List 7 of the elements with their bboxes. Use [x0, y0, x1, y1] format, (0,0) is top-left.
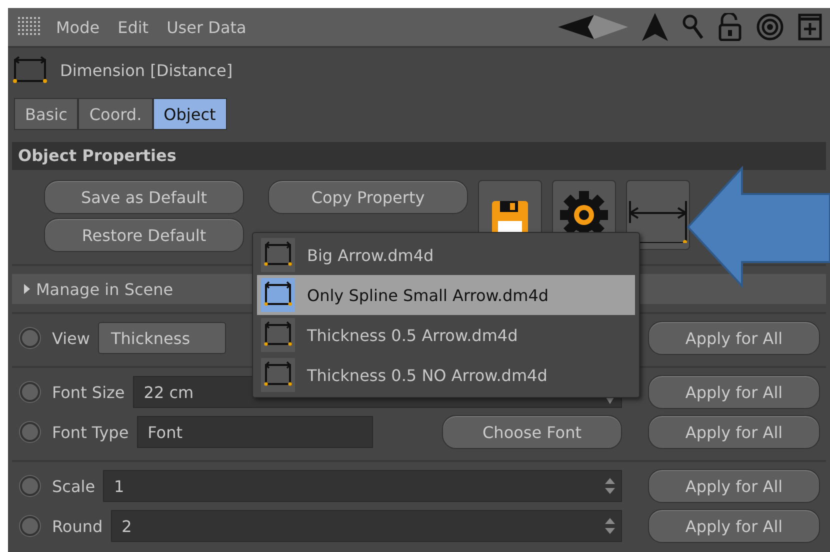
field-label: View [52, 328, 90, 348]
field-label: Scale [52, 476, 96, 496]
field-label: Font Size [52, 382, 125, 402]
object-title: Dimension [Distance] [60, 60, 233, 80]
field-label: Font Type [52, 422, 129, 442]
field-label: Round [52, 516, 103, 536]
section-header: Object Properties [12, 142, 826, 170]
